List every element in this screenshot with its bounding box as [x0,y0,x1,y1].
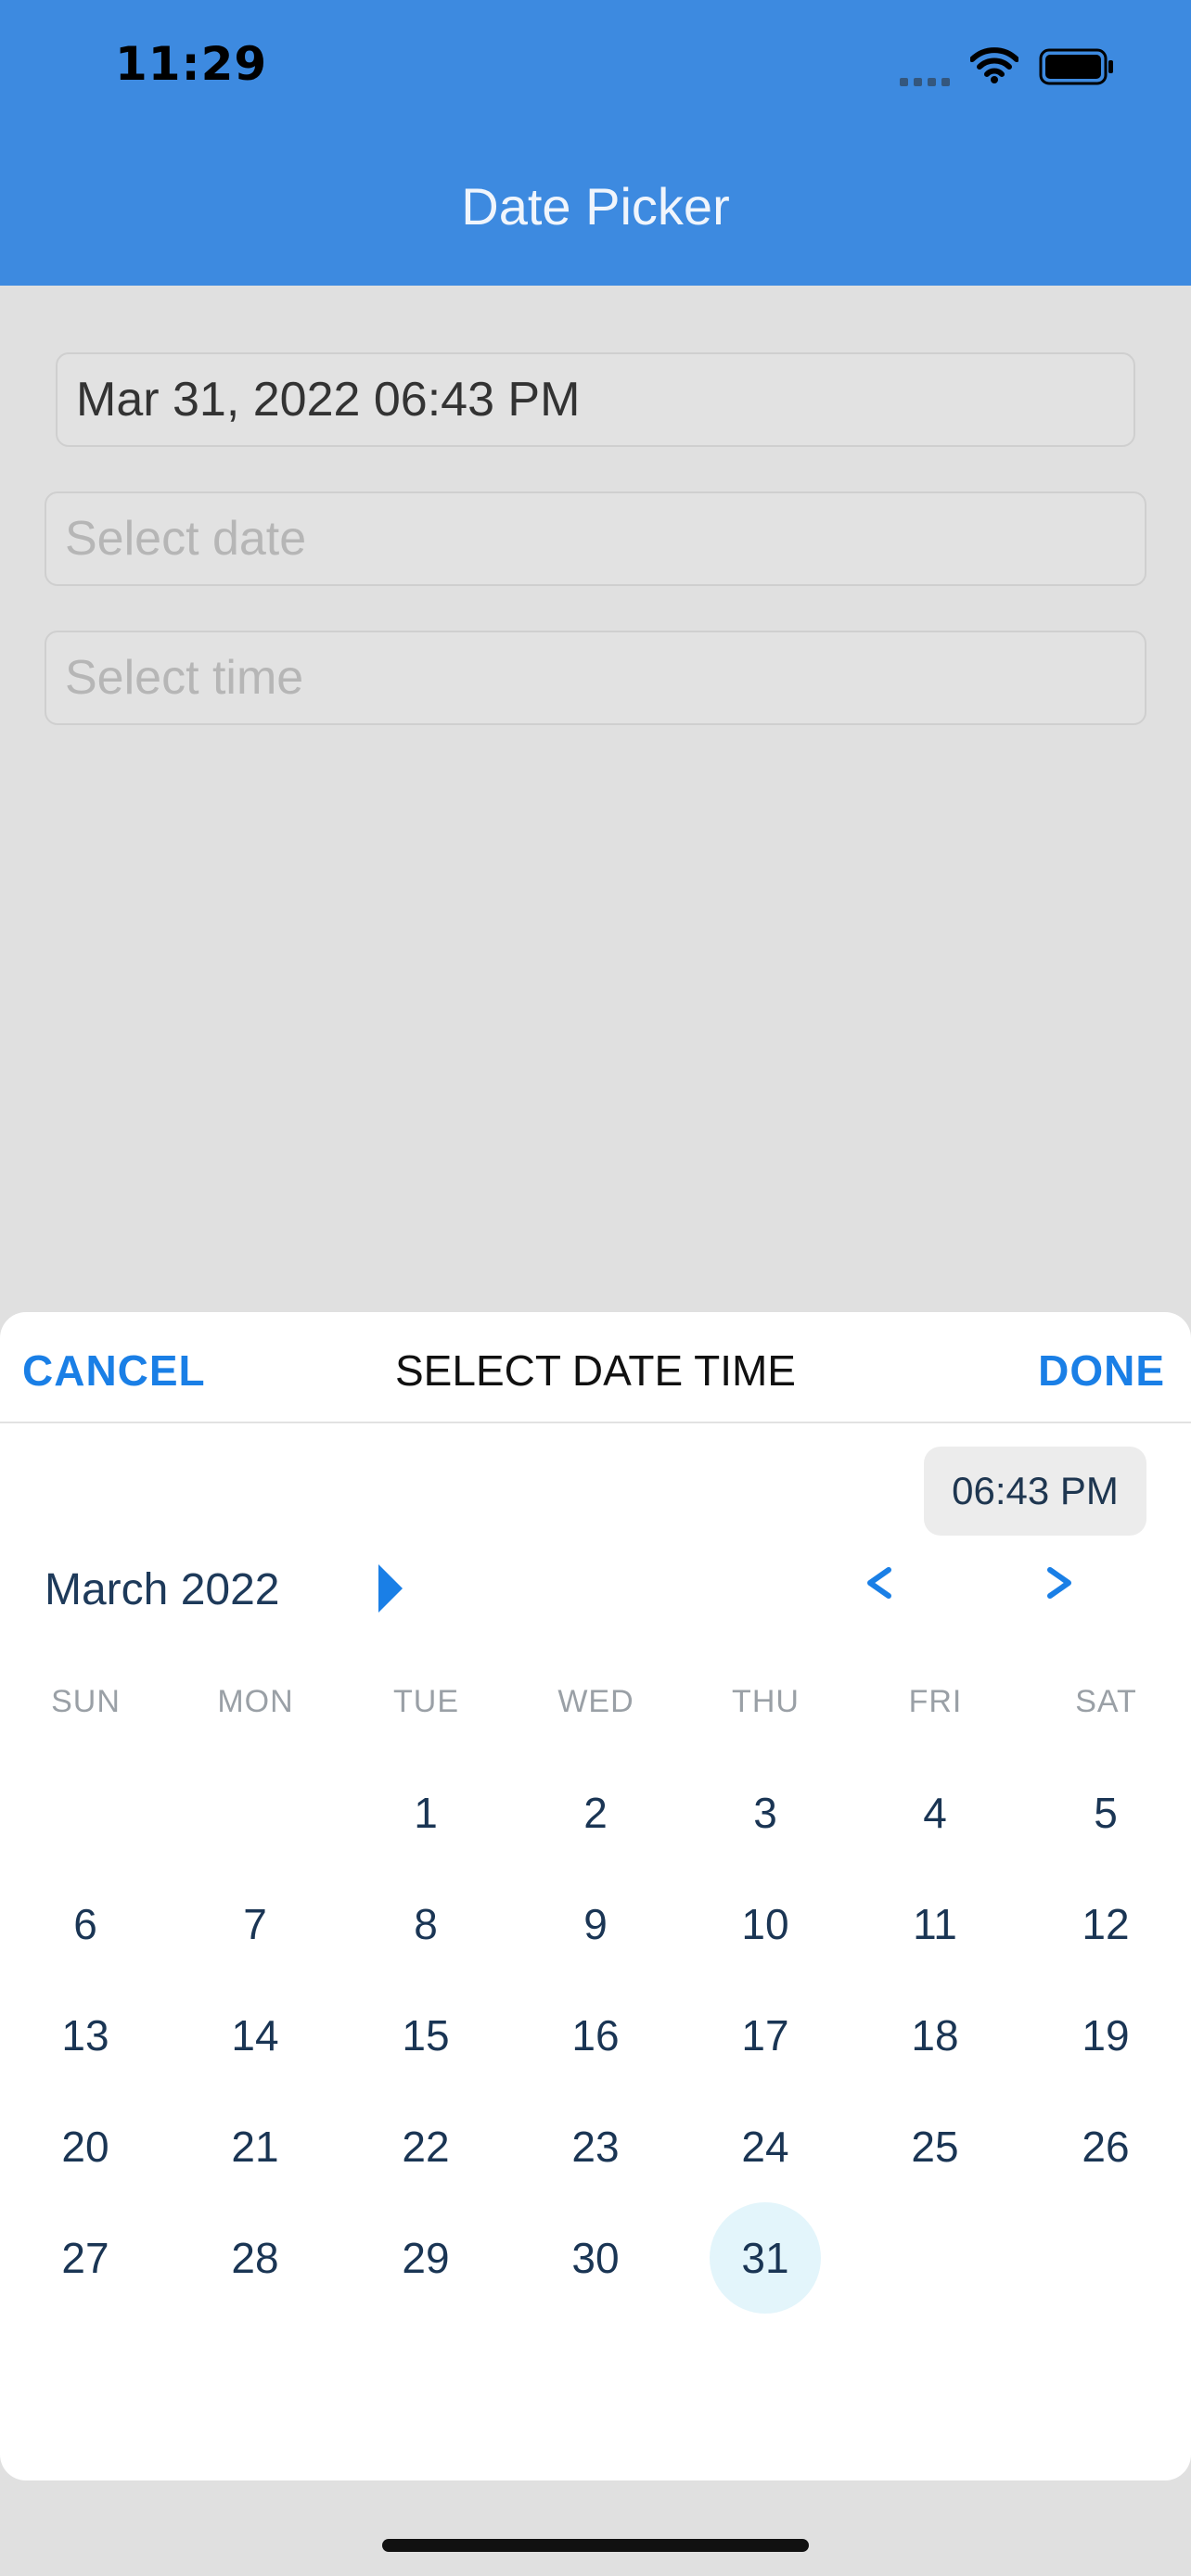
battery-icon [1039,48,1115,90]
weekday-label-mon: MON [217,1684,294,1719]
chevron-left-icon[interactable] [861,1564,898,1606]
weekday-label-wed: WED [557,1684,634,1719]
calendar-day[interactable]: 3 [710,1757,821,1868]
date-field[interactable]: Select date [45,491,1146,586]
calendar-day[interactable]: 19 [1050,1980,1161,2091]
calendar-day[interactable]: 8 [370,1868,481,1980]
calendar-day[interactable]: 23 [540,2091,651,2202]
calendar-day[interactable]: 10 [710,1868,821,1980]
calendar-day[interactable]: 7 [199,1868,311,1980]
sheet-title: SELECT DATE TIME [395,1346,796,1395]
weekday-label-sat: SAT [1075,1684,1137,1719]
calendar-day[interactable]: 1 [370,1757,481,1868]
calendar-day[interactable]: 13 [30,1980,141,2091]
calendar-day[interactable]: 12 [1050,1868,1161,1980]
calendar-day[interactable]: 25 [879,2091,991,2202]
home-indicator [382,2539,809,2552]
weekday-label-tue: TUE [393,1684,459,1719]
time-chip[interactable]: 06:43 PM [924,1447,1146,1536]
calendar-day[interactable]: 15 [370,1980,481,2091]
month-expand-icon[interactable] [375,1561,406,1621]
done-button[interactable]: DONE [1038,1345,1165,1396]
weekday-label-sun: SUN [51,1684,121,1719]
weekday-label-fri: FRI [908,1684,963,1719]
calendar-day[interactable]: 29 [370,2202,481,2314]
calendar-day[interactable]: 24 [710,2091,821,2202]
datetime-field[interactable]: Mar 31, 2022 06:43 PM [56,352,1135,447]
calendar-day[interactable]: 16 [540,1980,651,2091]
calendar-day[interactable]: 6 [30,1868,141,1980]
sheet-header: CANCEL SELECT DATE TIME DONE [0,1312,1191,1423]
calendar-day[interactable]: 28 [199,2202,311,2314]
calendar-day[interactable]: 9 [540,1868,651,1980]
calendar-day[interactable]: 21 [199,2091,311,2202]
calendar-day[interactable]: 26 [1050,2091,1161,2202]
page-title: Date Picker [461,177,730,236]
calendar-day[interactable]: 22 [370,2091,481,2202]
calendar-day[interactable]: 27 [30,2202,141,2314]
status-time: 11:29 [115,37,268,91]
wifi-icon [969,46,1019,88]
app-header: 11:29 Date Picker [0,0,1191,286]
chevron-right-icon[interactable] [1041,1564,1078,1606]
calendar-day[interactable]: 30 [540,2202,651,2314]
time-field[interactable]: Select time [45,631,1146,725]
calendar-day[interactable]: 2 [540,1757,651,1868]
weekday-label-thu: THU [732,1684,800,1719]
month-label[interactable]: March 2022 [45,1564,279,1615]
calendar-day[interactable]: 4 [879,1757,991,1868]
calendar-day-selected[interactable]: 31 [710,2202,821,2314]
cellular-signal-icon [900,74,955,91]
calendar-day[interactable]: 17 [710,1980,821,2091]
calendar-day[interactable]: 18 [879,1980,991,2091]
calendar-day[interactable]: 11 [879,1868,991,1980]
calendar-day[interactable]: 14 [199,1980,311,2091]
calendar-day[interactable]: 20 [30,2091,141,2202]
calendar-day[interactable]: 5 [1050,1757,1161,1868]
